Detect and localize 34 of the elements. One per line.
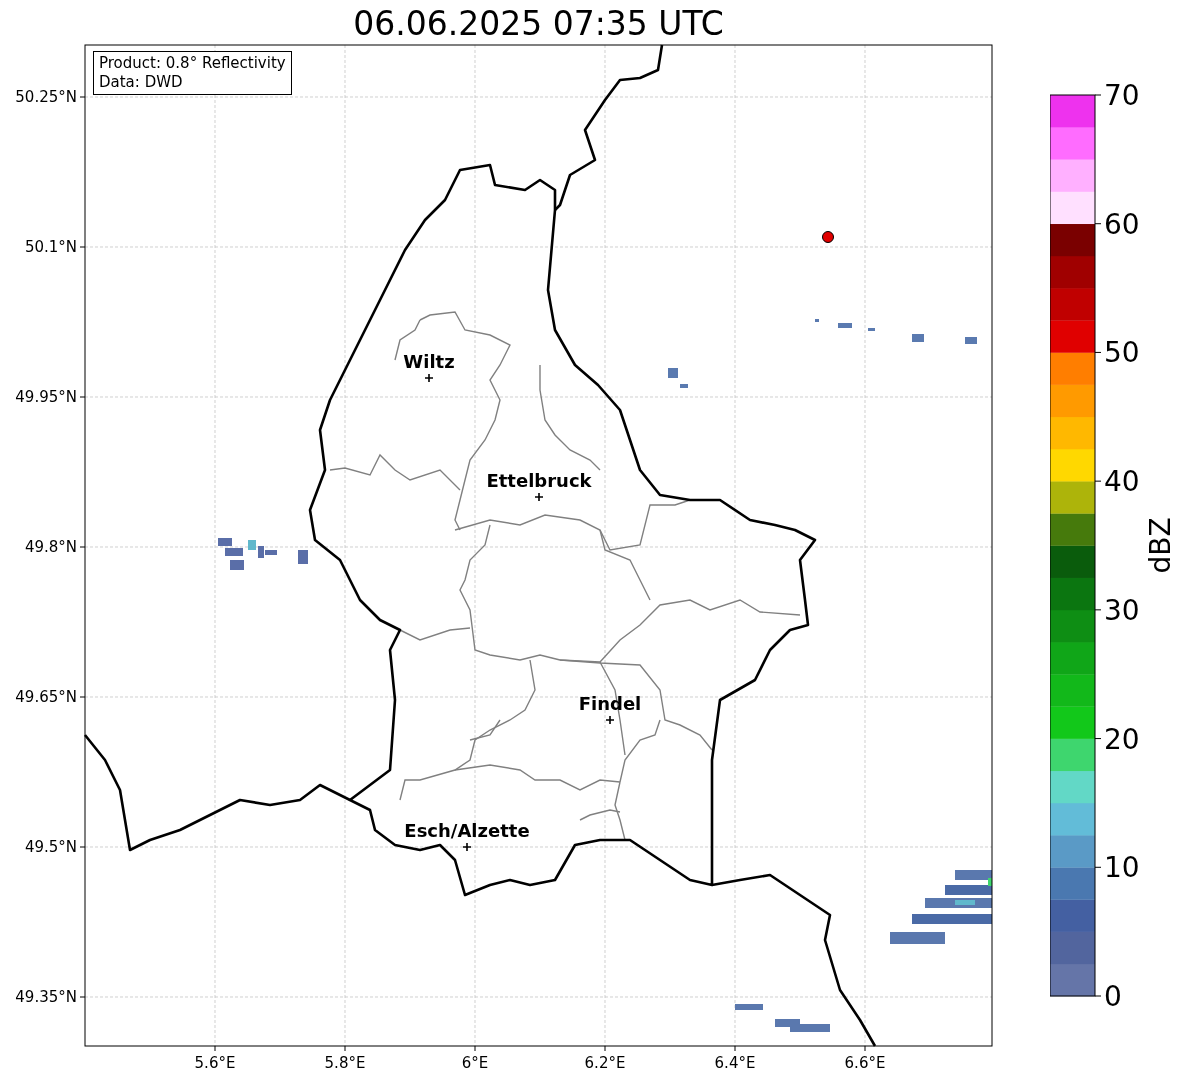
colorbar-tick-label: 30	[1104, 593, 1140, 627]
info-text: Data: DWD	[99, 73, 184, 92]
latitude-label: 50.1°N	[24, 238, 77, 256]
colorbar-tick-label: 70	[1104, 79, 1140, 112]
longitude-label: 6.6°E	[844, 1054, 886, 1072]
longitude-label: 6.4°E	[714, 1054, 756, 1072]
colorbar-title: dBZ	[1144, 517, 1177, 574]
radar-site-marker	[822, 231, 834, 243]
place-marker-icon	[462, 842, 472, 852]
place-label: Wiltz	[403, 351, 455, 372]
latitude-label: 49.5°N	[24, 838, 77, 856]
longitude-label: 5.6°E	[194, 1054, 236, 1072]
place-marker-icon	[534, 492, 544, 502]
colorbar-tick-label: 40	[1104, 465, 1140, 499]
latitude-label: 49.95°N	[15, 388, 77, 406]
latitude-label: 49.65°N	[15, 688, 77, 706]
colorbar-tick-label: 50	[1104, 336, 1140, 370]
info-text: Product: 0.8° Reflectivity	[99, 54, 286, 73]
longitude-label: 6.2°E	[584, 1054, 626, 1072]
place-label: Findel	[578, 693, 642, 714]
longitude-label: 5.8°E	[324, 1054, 366, 1072]
latitude-label: 50.25°N	[15, 88, 77, 106]
colorbar-tick-label: 20	[1104, 722, 1140, 756]
latitude-label: 49.35°N	[15, 988, 77, 1006]
colorbar-tick-label: 60	[1104, 207, 1140, 241]
colorbar-tick-label: 0	[1104, 980, 1122, 1013]
latitude-label: 49.8°N	[24, 538, 77, 556]
place-label: Esch/Alzette	[404, 820, 530, 841]
longitude-label: 6°E	[461, 1054, 489, 1072]
colorbar-tick-label: 10	[1104, 851, 1140, 885]
chart-title: 06.06.2025 07:35 UTC	[352, 3, 725, 45]
place-marker-icon	[605, 715, 615, 725]
place-marker-icon	[424, 373, 434, 383]
place-label: Ettelbruck	[486, 470, 592, 491]
